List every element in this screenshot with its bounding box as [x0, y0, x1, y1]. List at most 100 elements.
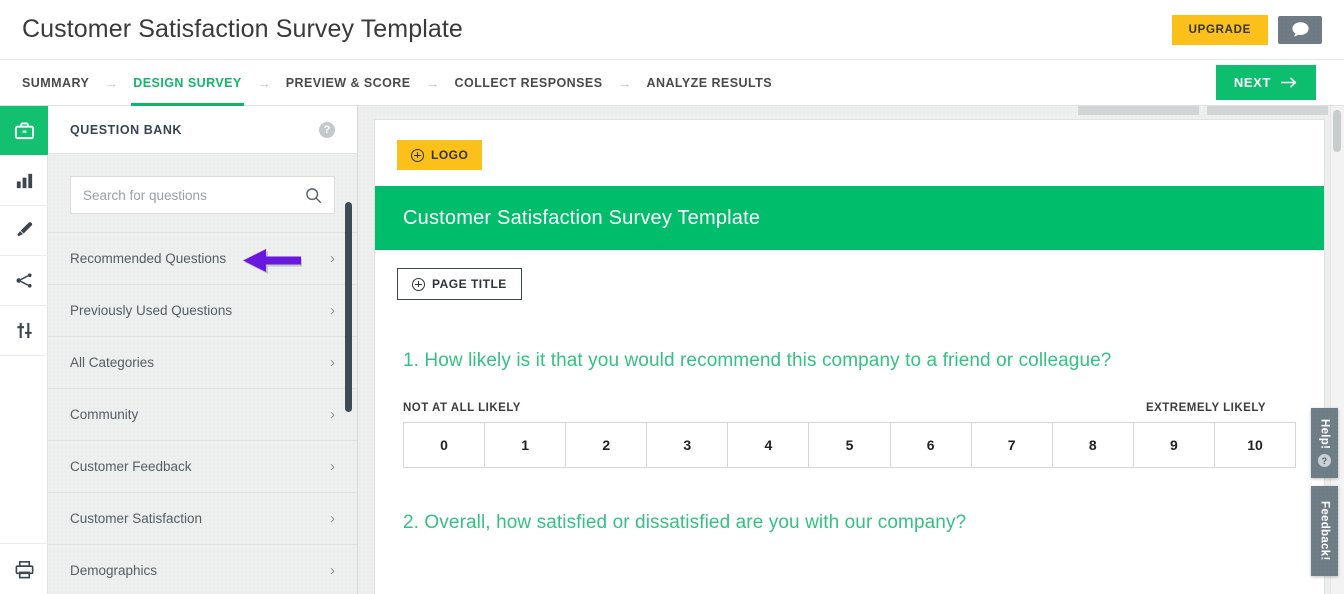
survey-card: LOGO Customer Satisfaction Survey Templa… [374, 119, 1325, 594]
question-bank-icon [14, 122, 34, 140]
category-label: Previously Used Questions [70, 303, 233, 318]
add-page-title-label: PAGE TITLE [432, 277, 507, 291]
help-icon[interactable]: ? [319, 121, 335, 138]
rail-item-logic[interactable] [0, 256, 48, 306]
category-item-all-categories[interactable]: All Categories › [48, 337, 357, 389]
page-title: Customer Satisfaction Survey Template [22, 15, 463, 43]
category-label: Customer Feedback [70, 459, 192, 474]
chat-bubble-icon [1291, 22, 1309, 37]
question-bank-body: Recommended Questions › Previously Used … [48, 154, 357, 594]
category-item-customer-satisfaction[interactable]: Customer Satisfaction › [48, 493, 357, 545]
survey-banner[interactable]: Customer Satisfaction Survey Template [375, 186, 1324, 250]
feedback-tab[interactable]: Feedback! [1311, 486, 1338, 576]
nps-option-7[interactable]: 7 [971, 423, 1053, 467]
question-2-text[interactable]: 2. Overall, how satisfied or dissatisfie… [403, 512, 1296, 534]
chevron-right-icon: › [330, 302, 335, 319]
question-bank-panel: QUESTION BANK ? Recommended Questions › [48, 106, 358, 594]
category-label: All Categories [70, 355, 155, 370]
next-button[interactable]: NEXT [1215, 65, 1316, 100]
add-logo-label: LOGO [431, 148, 469, 162]
paintbrush-icon [16, 222, 32, 237]
nps-scale-labels: NOT AT ALL LIKELY EXTREMELY LIKELY [403, 402, 1296, 414]
rail-item-charts[interactable] [0, 156, 48, 206]
category-item-community[interactable]: Community › [48, 389, 357, 441]
nav-step-preview-score[interactable]: PREVIEW & SCORE [284, 60, 413, 106]
add-page-title-button[interactable]: PAGE TITLE [397, 268, 522, 300]
chevron-right-icon: › [330, 406, 335, 423]
chevron-right-icon: › [330, 510, 335, 527]
upgrade-button[interactable]: UPGRADE [1171, 14, 1268, 45]
chevron-right-icon: › [330, 354, 335, 371]
chevron-right-icon: › [330, 250, 335, 267]
nps-option-6[interactable]: 6 [890, 423, 972, 467]
question-bank-header: QUESTION BANK ? [48, 106, 357, 154]
chevron-right-icon: › [330, 562, 335, 579]
category-label: Community [70, 407, 139, 422]
nav-step-summary[interactable]: SUMMARY [20, 60, 91, 106]
question-bank-title: QUESTION BANK [70, 122, 183, 137]
nav-arrow-icon: → [104, 74, 119, 91]
category-item-customer-feedback[interactable]: Customer Feedback › [48, 441, 357, 493]
nps-option-5[interactable]: 5 [809, 423, 891, 467]
category-item-previously-used-questions[interactable]: Previously Used Questions › [48, 285, 357, 337]
nps-option-3[interactable]: 3 [647, 423, 729, 467]
chart-icon [16, 173, 32, 189]
search-box[interactable] [70, 176, 335, 214]
next-button-label: NEXT [1233, 75, 1271, 90]
nav-arrow-icon: → [617, 74, 632, 91]
rail-item-print[interactable] [0, 544, 48, 594]
question-block: 1. How likely is it that you would recom… [375, 350, 1324, 534]
add-logo-button[interactable]: LOGO [397, 140, 483, 170]
nps-right-label: EXTREMELY LIKELY [1145, 402, 1266, 414]
nps-option-0[interactable]: 0 [404, 423, 486, 467]
question-1-text[interactable]: 1. How likely is it that you would recom… [403, 350, 1296, 372]
print-icon [15, 560, 33, 578]
plus-circle-icon [412, 277, 425, 291]
category-label: Demographics [70, 563, 158, 578]
nps-option-2[interactable]: 2 [566, 423, 648, 467]
nav-arrow-icon: → [425, 74, 440, 91]
category-item-demographics[interactable]: Demographics › [48, 545, 357, 594]
category-item-recommended-questions[interactable]: Recommended Questions › [48, 233, 357, 285]
survey-banner-title: Customer Satisfaction Survey Template [403, 206, 761, 229]
nps-option-8[interactable]: 8 [1052, 423, 1134, 467]
arrow-right-icon [1281, 77, 1297, 88]
help-tab-label: Help! [1318, 418, 1331, 450]
category-label: Recommended Questions [70, 251, 227, 266]
rail-spacer [0, 356, 47, 544]
nps-option-10[interactable]: 10 [1214, 423, 1296, 467]
cut-off-toolbar [1078, 106, 1328, 115]
nps-option-4[interactable]: 4 [728, 423, 810, 467]
nps-option-1[interactable]: 1 [485, 423, 567, 467]
toolbar-button-partial[interactable] [1078, 106, 1199, 115]
side-tabs: Help! ? Feedback! [1311, 408, 1338, 576]
search-input[interactable] [83, 187, 305, 203]
feedback-tab-label: Feedback! [1318, 501, 1331, 561]
question-bank-scrollbar[interactable] [345, 202, 352, 412]
nps-left-label: NOT AT ALL LIKELY [403, 402, 521, 414]
top-header: Customer Satisfaction Survey Template UP… [0, 0, 1344, 60]
rail-item-question-bank[interactable] [0, 106, 48, 156]
question-mark-icon: ? [1318, 454, 1331, 468]
chat-button[interactable] [1278, 15, 1322, 44]
nav-step-analyze-results[interactable]: ANALYZE RESULTS [645, 60, 775, 106]
survey-canvas: LOGO Customer Satisfaction Survey Templa… [358, 106, 1344, 594]
canvas-scrollbar-thumb[interactable] [1333, 110, 1341, 152]
survey-nav-steps: SUMMARY → DESIGN SURVEY → PREVIEW & SCOR… [0, 60, 1344, 106]
chevron-right-icon: › [330, 458, 335, 475]
nav-step-design-survey[interactable]: DESIGN SURVEY [131, 60, 245, 106]
rail-item-options[interactable] [0, 306, 48, 356]
app-root: Customer Satisfaction Survey Template UP… [0, 0, 1344, 594]
rail-item-theme[interactable] [0, 206, 48, 256]
search-icon [306, 187, 322, 203]
nav-step-collect-responses[interactable]: COLLECT RESPONSES [453, 60, 605, 106]
help-tab[interactable]: Help! ? [1311, 408, 1338, 478]
logic-branch-icon [15, 273, 32, 288]
nps-scale-row: 0 1 2 3 4 5 6 7 8 9 10 [403, 422, 1296, 468]
category-list: Recommended Questions › Previously Used … [48, 232, 357, 594]
nps-option-9[interactable]: 9 [1133, 423, 1215, 467]
nav-items: SUMMARY → DESIGN SURVEY → PREVIEW & SCOR… [20, 60, 774, 106]
header-actions: UPGRADE [1171, 14, 1322, 45]
toolbar-button-partial[interactable] [1207, 106, 1328, 115]
nav-arrow-icon: → [256, 74, 271, 91]
